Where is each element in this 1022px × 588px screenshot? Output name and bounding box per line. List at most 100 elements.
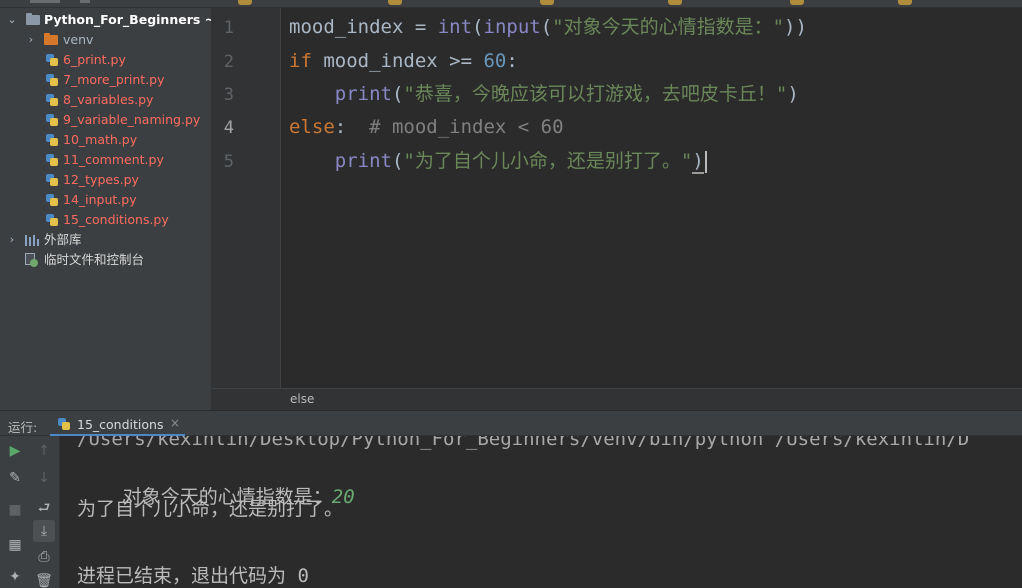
line-number-active: 4: [223, 118, 234, 138]
code-token: ): [787, 83, 799, 105]
code-token: if: [289, 50, 312, 72]
scratches-label: 临时文件和控制台: [44, 252, 145, 267]
tree-item-venv[interactable]: › venv: [0, 30, 211, 50]
python-file-icon: [46, 114, 58, 126]
tree-item-file[interactable]: 11_comment.py: [0, 150, 211, 170]
code-token: "为了自个儿小命，还是别打了。": [403, 150, 693, 172]
console-command-line: /Users/kexinlin/Desktop/Python_For_Begin…: [77, 436, 970, 450]
chevron-down-icon[interactable]: ⌄: [6, 10, 18, 30]
code-token: )): [784, 16, 807, 38]
code-token: (: [540, 16, 553, 38]
chevron-right-icon[interactable]: ›: [6, 230, 18, 250]
breadcrumb: else: [212, 388, 1022, 410]
venv-label: venv: [63, 32, 94, 47]
python-file-icon: [46, 54, 58, 66]
code-token: else: [289, 116, 335, 138]
code-line-4[interactable]: else: # mood_index < 60: [289, 114, 564, 140]
line-number: 3: [223, 85, 234, 105]
run-console[interactable]: /Users/kexinlin/Desktop/Python_For_Begin…: [60, 436, 1022, 588]
code-token: (: [472, 16, 484, 38]
line-number: 2: [223, 52, 234, 72]
code-token: print: [334, 83, 392, 105]
code-line-3[interactable]: print("恭喜，今晚应该可以打游戏，去吧皮卡丘！"): [289, 81, 799, 107]
gutter-divider: [280, 8, 281, 388]
tree-item-scratches[interactable]: 临时文件和控制台: [0, 250, 211, 270]
close-icon[interactable]: ×: [170, 416, 180, 430]
console-exit-line: 进程已结束，退出代码为 0: [77, 565, 309, 587]
external-libraries-label: 外部库: [44, 232, 82, 247]
code-token: 60: [483, 50, 507, 72]
console-output-line: 为了自个儿小命，还是别打了。: [77, 498, 344, 520]
python-file-icon: [46, 74, 58, 86]
arrow-down-icon[interactable]: ↓: [33, 467, 55, 489]
play-icon[interactable]: ▶: [4, 440, 26, 462]
tree-item-file[interactable]: 10_math.py: [0, 130, 211, 150]
code-token: mood_index >=: [311, 50, 484, 72]
python-file-icon: [46, 94, 58, 106]
code-token: :: [506, 50, 518, 72]
code-token: mood_index =: [289, 16, 438, 38]
code-token: "恭喜，今晚应该可以打游戏，去吧皮卡丘！": [403, 83, 788, 105]
code-line-2[interactable]: if mood_index >= 60:: [289, 48, 518, 74]
code-token: (: [391, 150, 404, 172]
tree-item-file[interactable]: 8_variables.py: [0, 90, 211, 110]
code-editor[interactable]: 1 2 3 4 5 mood_index = int(input("对象今天的心…: [212, 8, 1022, 388]
breadcrumb-item[interactable]: else: [290, 392, 314, 406]
file-label: 10_math.py: [63, 132, 138, 147]
tree-item-file[interactable]: 7_more_print.py: [0, 70, 211, 90]
pin-icon[interactable]: ✦: [4, 566, 26, 588]
tree-item-file[interactable]: 6_print.py: [0, 50, 211, 70]
python-file-icon: [46, 154, 58, 166]
layout-icon[interactable]: ▦: [4, 534, 26, 556]
code-token: # mood_index < 60: [369, 116, 564, 138]
library-icon: [25, 235, 39, 246]
tree-item-external-libraries[interactable]: › 外部库: [0, 230, 211, 250]
code-token: int: [437, 16, 473, 38]
code-token: :: [334, 116, 370, 138]
trash-icon[interactable]: 🗑: [33, 570, 55, 588]
file-label: 9_variable_naming.py: [63, 112, 201, 127]
run-tab-label: 15_conditions: [77, 417, 164, 432]
python-file-icon: [46, 174, 58, 186]
chevron-right-icon[interactable]: ›: [25, 30, 37, 50]
code-token: ): [692, 150, 704, 174]
soft-wrap-icon[interactable]: ⮐: [33, 497, 55, 519]
project-root-label: Python_For_Beginners ~: [44, 12, 212, 27]
code-token: "对象今天的心情指数是：": [552, 16, 785, 38]
tree-item-file[interactable]: 9_variable_naming.py: [0, 110, 211, 130]
wrench-icon[interactable]: ✎: [4, 467, 26, 489]
code-line-1[interactable]: mood_index = int(input("对象今天的心情指数是：")): [289, 14, 807, 40]
print-icon[interactable]: ⎙: [33, 546, 55, 568]
scratch-console-icon: [25, 253, 38, 267]
tree-item-file[interactable]: 14_input.py: [0, 190, 211, 210]
python-file-icon: [46, 134, 58, 146]
code-line-5[interactable]: print("为了自个儿小命，还是别打了。"): [289, 148, 707, 174]
file-label: 12_types.py: [63, 172, 139, 187]
stop-icon[interactable]: ■: [4, 499, 26, 521]
code-token: input: [483, 16, 541, 38]
run-panel-header: 运行: 15_conditions ×: [0, 410, 1022, 437]
code-token: (: [391, 83, 404, 105]
file-label: 7_more_print.py: [63, 72, 165, 87]
file-label: 6_print.py: [63, 52, 126, 67]
editor-tab-strip: [0, 0, 1022, 8]
tree-item-project-root[interactable]: ⌄ Python_For_Beginners ~: [0, 10, 212, 30]
run-toolbar: ▶ ↑ ✎ ↓ ■ ⮐ ⤓ ▦ ⎙ ✦ 🗑: [0, 436, 60, 588]
arrow-up-icon[interactable]: ↑: [33, 440, 55, 462]
tree-item-file[interactable]: 15_conditions.py: [0, 210, 211, 230]
text-caret: [704, 150, 707, 173]
scroll-to-end-icon[interactable]: ⤓: [33, 520, 55, 542]
tree-item-file[interactable]: 12_types.py: [0, 170, 211, 190]
code-token: print: [334, 150, 392, 172]
run-tab-15-conditions[interactable]: 15_conditions ×: [50, 411, 185, 437]
line-number: 5: [223, 152, 234, 172]
line-number-gutter: 1 2 3 4 5: [212, 8, 280, 388]
file-label: 8_variables.py: [63, 92, 154, 107]
python-file-icon: [58, 418, 70, 430]
file-label: 14_input.py: [63, 192, 137, 207]
file-label: 15_conditions.py: [63, 212, 169, 227]
run-panel-label: 运行:: [8, 420, 38, 435]
folder-icon: [26, 13, 40, 25]
